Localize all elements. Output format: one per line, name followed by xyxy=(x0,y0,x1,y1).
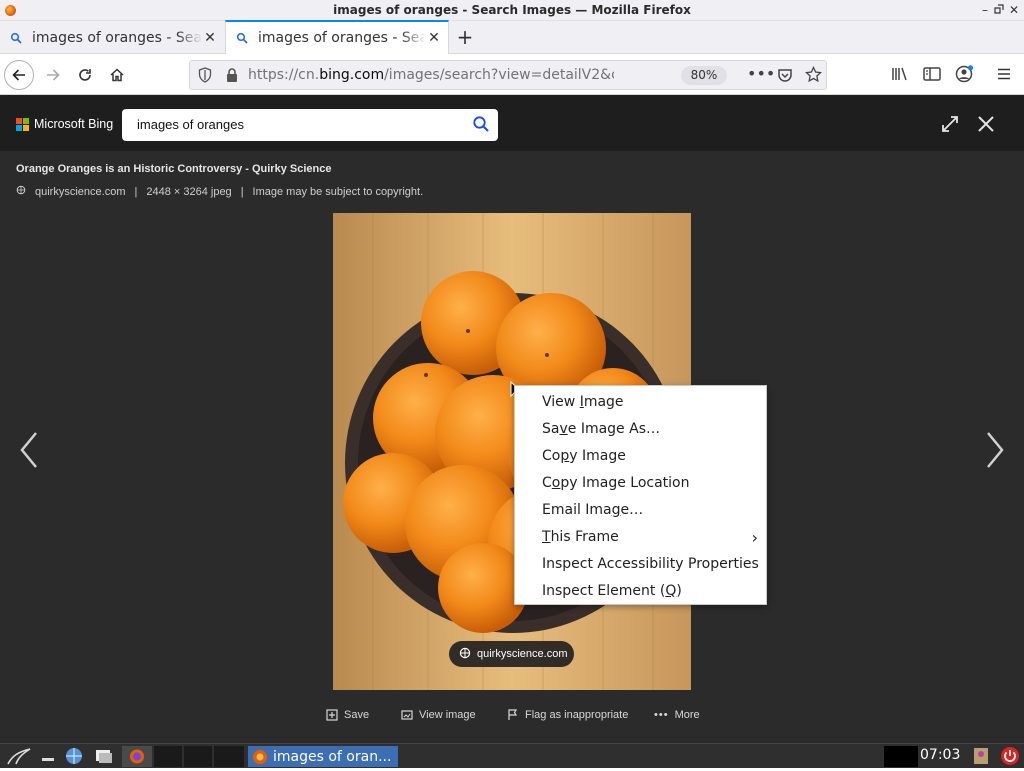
chevron-right-icon xyxy=(987,432,1004,468)
url-bar[interactable]: https://cn.bing.com/images/search?view=d… xyxy=(189,60,827,90)
firefox-icon xyxy=(253,749,267,764)
search-icon[interactable] xyxy=(472,115,490,133)
bing-image-viewer: Microsoft Bing images of oranges Orange … xyxy=(0,95,1024,743)
tab-close-icon[interactable]: ✕ xyxy=(202,30,218,46)
home-button[interactable] xyxy=(104,62,130,88)
sidebar-icon[interactable] xyxy=(923,66,941,86)
image-meta: quirkyscience.com | 2448 × 3264 jpeg | I… xyxy=(16,185,423,198)
window-title: images of oranges - Search Images — Mozi… xyxy=(333,3,691,17)
search-favicon-icon xyxy=(10,32,22,44)
reload-button[interactable] xyxy=(72,62,98,88)
fullscreen-icon[interactable] xyxy=(940,114,960,138)
tracking-shield-icon[interactable] xyxy=(198,67,212,87)
firefox-launcher-icon[interactable] xyxy=(122,746,152,767)
restore-icon[interactable] xyxy=(992,3,1006,17)
view-image-button[interactable]: View image xyxy=(401,709,476,721)
menu-item-email-image[interactable]: Email Image… xyxy=(515,497,766,524)
source-domain-link[interactable]: quirkyscience.com xyxy=(35,186,125,198)
bing-header: Microsoft Bing images of oranges xyxy=(0,95,1024,151)
flag-icon xyxy=(508,709,518,720)
navigation-toolbar: https://cn.bing.com/images/search?view=d… xyxy=(0,54,1024,95)
user-tray-icon[interactable] xyxy=(972,746,992,767)
lock-icon[interactable] xyxy=(226,68,238,87)
hamburger-menu-icon[interactable] xyxy=(996,66,1012,86)
view-image-icon xyxy=(401,710,413,720)
save-icon xyxy=(326,709,338,721)
image-actions-bar: Save View image Flag as inappropriate ••… xyxy=(0,703,1024,729)
taskbar-firefox-window[interactable]: images of oran... xyxy=(248,746,398,767)
globe-icon xyxy=(16,185,26,198)
workspace-3[interactable] xyxy=(214,746,244,767)
separator: | xyxy=(240,185,244,198)
system-taskbar: images of oran... 07:03 xyxy=(0,743,1024,768)
source-pill-label: quirkyscience.com xyxy=(477,648,568,660)
submenu-arrow-icon: › xyxy=(751,528,758,547)
bing-brand[interactable]: Microsoft Bing xyxy=(34,117,113,131)
save-button[interactable]: Save xyxy=(326,709,369,721)
globe-icon xyxy=(459,647,471,662)
chevron-left-icon xyxy=(20,432,37,468)
context-menu: View Image Save Image As… Copy Image Cop… xyxy=(514,385,767,605)
menu-item-this-frame[interactable]: This Frame › xyxy=(515,524,766,551)
copyright-note: Image may be subject to copyright. xyxy=(252,185,424,198)
cpu-monitor xyxy=(884,746,918,767)
back-button[interactable] xyxy=(4,60,34,90)
menu-item-inspect-accessibility[interactable]: Inspect Accessibility Properties xyxy=(515,551,766,578)
forward-button[interactable] xyxy=(40,62,66,88)
tab-2-active[interactable]: images of oranges - Search Images ✕ xyxy=(225,20,449,54)
menu-item-copy-image[interactable]: Copy Image xyxy=(515,443,766,470)
image-dimensions: 2448 × 3264 jpeg xyxy=(146,185,232,198)
menu-item-inspect-element[interactable]: Inspect Element (Q) xyxy=(515,578,766,605)
new-tab-button[interactable]: + xyxy=(454,27,476,48)
next-image-button[interactable] xyxy=(980,425,1010,475)
menu-item-view-image[interactable]: View Image xyxy=(515,389,766,416)
zoom-level-badge[interactable]: 80% xyxy=(681,66,727,85)
home-icon xyxy=(110,68,124,82)
previous-image-button[interactable] xyxy=(14,425,44,475)
bookmark-star-icon[interactable] xyxy=(805,65,822,87)
page-actions-menu-icon[interactable]: ••• xyxy=(747,66,775,82)
close-viewer-icon[interactable] xyxy=(976,114,996,138)
minimize-icon[interactable]: – xyxy=(978,3,992,17)
reload-icon xyxy=(79,69,91,81)
tab-strip: images of oranges - Search Images ✕ imag… xyxy=(0,20,1024,54)
more-dots-icon: ••• xyxy=(654,709,669,721)
search-favicon-icon xyxy=(236,32,248,44)
flag-inappropriate-button[interactable]: Flag as inappropriate xyxy=(507,709,628,721)
arrow-left-icon xyxy=(12,69,25,81)
show-desktop-icon[interactable] xyxy=(40,746,56,767)
account-icon[interactable] xyxy=(955,65,974,87)
tab-1[interactable]: images of oranges - Search Images ✕ xyxy=(0,21,224,54)
workspace-2[interactable] xyxy=(184,746,212,767)
image-title-link[interactable]: Orange Oranges is an Historic Controvers… xyxy=(16,163,331,175)
start-menu-icon[interactable] xyxy=(6,746,32,767)
menu-item-copy-image-location[interactable]: Copy Image Location xyxy=(515,470,766,497)
tab-close-icon[interactable]: ✕ xyxy=(426,30,442,46)
search-input[interactable]: images of oranges xyxy=(122,109,498,141)
arrow-right-icon xyxy=(47,69,60,81)
window-close-icon[interactable]: ✕ xyxy=(1007,3,1021,17)
search-query[interactable]: images of oranges xyxy=(137,117,244,132)
tab-label: images of oranges - Search Images xyxy=(32,29,202,46)
menu-item-save-image-as[interactable]: Save Image As… xyxy=(515,416,766,443)
library-icon[interactable] xyxy=(891,66,909,86)
source-pill[interactable]: quirkyscience.com xyxy=(449,641,574,667)
clock[interactable]: 07:03 xyxy=(920,747,960,763)
more-button[interactable]: ••• More xyxy=(654,709,700,721)
pocket-icon[interactable] xyxy=(777,67,793,87)
microsoft-logo-icon[interactable] xyxy=(16,118,29,131)
url-text[interactable]: https://cn.bing.com/images/search?view=d… xyxy=(248,67,614,83)
file-manager-icon[interactable] xyxy=(94,746,114,767)
window-titlebar: images of oranges - Search Images — Mozi… xyxy=(0,0,1024,21)
separator: | xyxy=(134,185,138,198)
network-globe-icon[interactable] xyxy=(64,746,84,767)
workspace-1[interactable] xyxy=(154,746,182,767)
tab-label: images of oranges - Search Images xyxy=(258,30,426,46)
power-icon[interactable] xyxy=(1000,746,1020,767)
